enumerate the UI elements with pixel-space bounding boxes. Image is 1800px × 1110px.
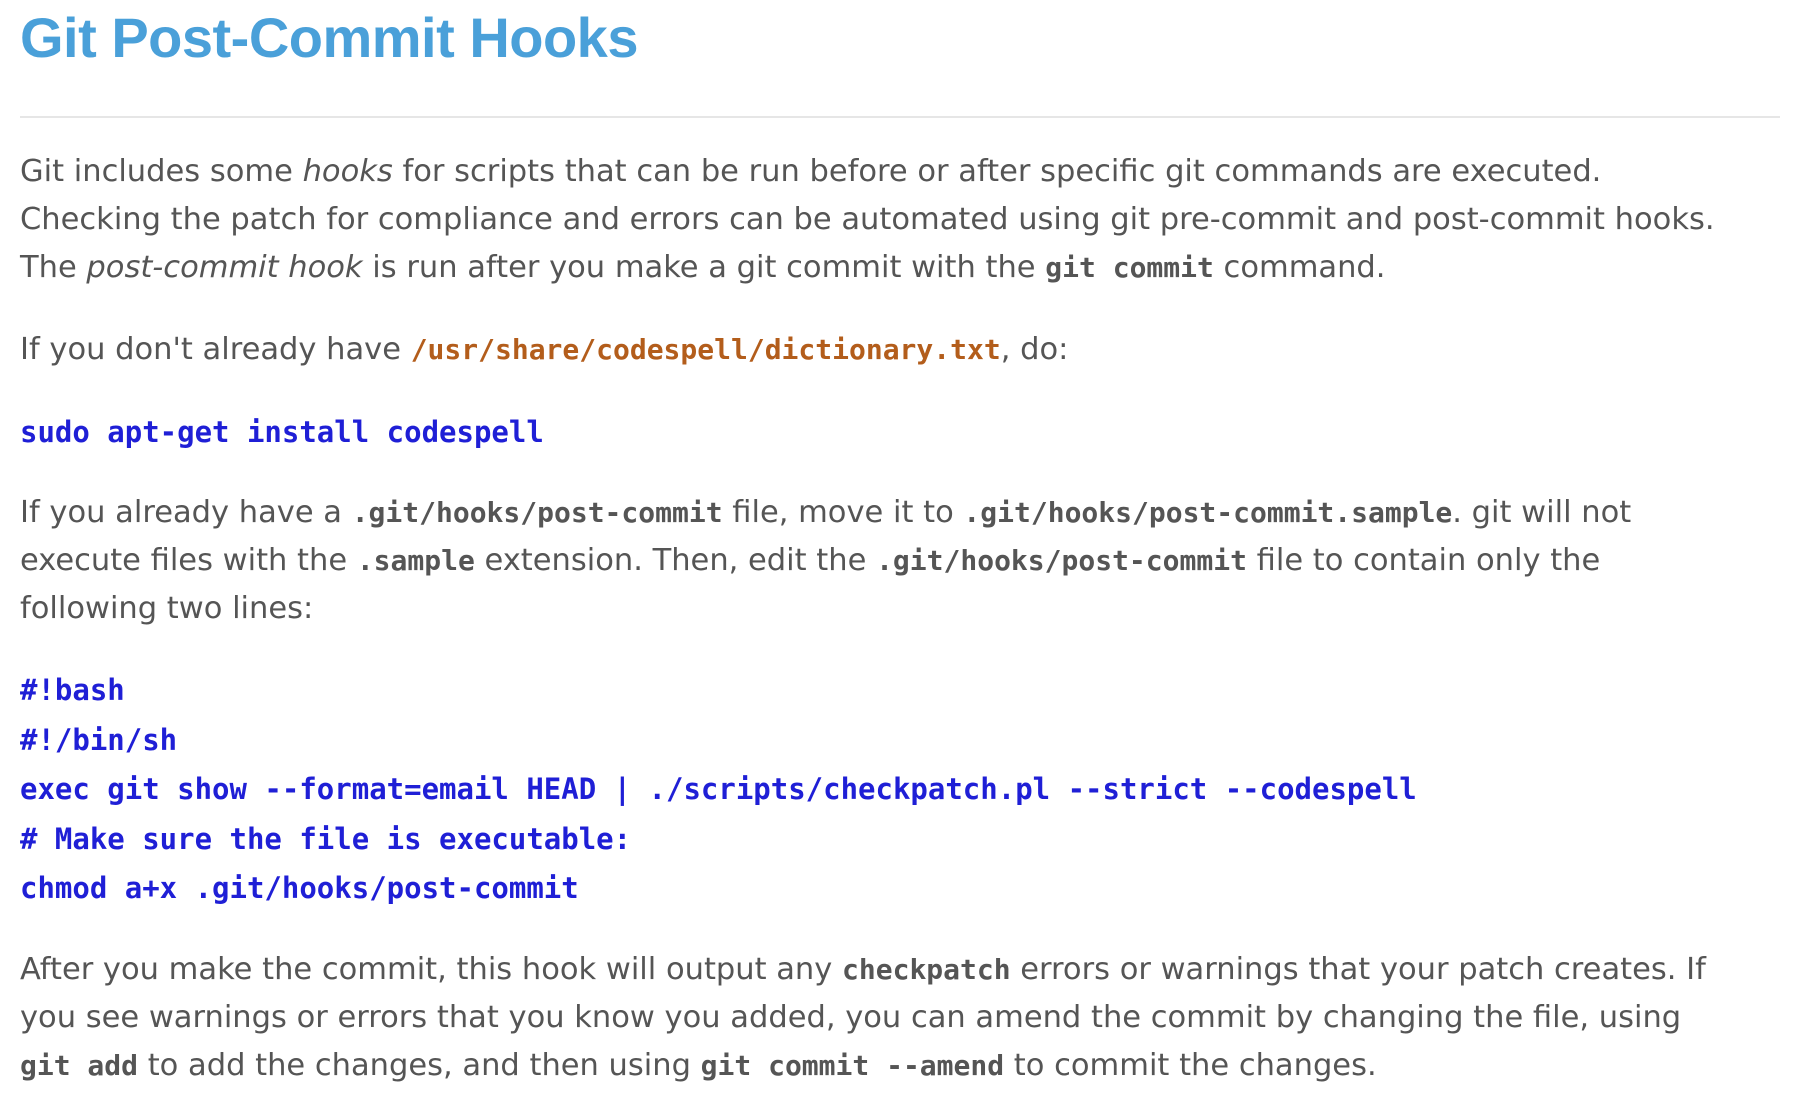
amend-line-2: you see warnings or errors that you know…: [20, 1000, 1682, 1035]
hook-file-text: extension. Then, edit the: [474, 543, 877, 578]
inline-code-git-commit: git commit: [1045, 251, 1214, 284]
intro-line-3: The post-commit hook is run after you ma…: [20, 244, 1780, 292]
dictionary-path: /usr/share/codespell/dictionary.txt: [410, 333, 1001, 366]
script-line: # Make sure the file is executable:: [20, 821, 632, 856]
hook-file-text: . git will not: [1452, 495, 1632, 530]
inline-code-post-commit: .git/hooks/post-commit: [351, 496, 723, 529]
hook-file-text: If you already have a: [20, 495, 352, 530]
amend-paragraph: After you make the commit, this hook wil…: [20, 946, 1780, 1090]
intro-text: command.: [1213, 250, 1386, 285]
hook-file-line-1: If you already have a .git/hooks/post-co…: [20, 489, 1780, 537]
script-line: exec git show --format=email HEAD | ./sc…: [20, 772, 1417, 806]
title-divider: [20, 116, 1780, 118]
article: Git Post-Commit Hooks Git includes some …: [0, 0, 1800, 1110]
intro-line-1: Git includes some hooks for scripts that…: [20, 148, 1780, 196]
hook-file-text: file to contain only the: [1246, 543, 1601, 578]
script-line: #!bash: [20, 673, 125, 707]
intro-paragraph: Git includes some hooks for scripts that…: [20, 148, 1780, 292]
hook-script-block: #!bash #!/bin/sh exec git show --format=em…: [20, 666, 1417, 914]
inline-code-post-commit: .git/hooks/post-commit: [876, 544, 1247, 577]
hooks-emphasis: hooks: [302, 154, 393, 189]
hook-file-text: file, move it to: [722, 495, 964, 530]
install-command: sudo apt-get install codespell: [20, 415, 544, 449]
amend-text: errors or warnings that your patch creat…: [1010, 952, 1706, 987]
inline-code-sample: .sample: [356, 544, 475, 577]
intro-text: Git includes some: [20, 154, 303, 189]
install-command-block: sudo apt-get install codespell: [20, 408, 544, 458]
inline-code-post-commit-sample: .git/hooks/post-commit.sample: [963, 496, 1453, 529]
amend-text: to commit the changes.: [1004, 1048, 1377, 1083]
dictionary-line: If you don't already have /usr/share/cod…: [20, 326, 1780, 374]
amend-text: After you make the commit, this hook wil…: [20, 952, 843, 987]
intro-text: is run after you make a git commit with …: [362, 250, 1046, 285]
hook-file-paragraph: If you already have a .git/hooks/post-co…: [20, 489, 1780, 633]
hook-file-text: execute files with the: [20, 543, 357, 578]
amend-line-1: After you make the commit, this hook wil…: [20, 946, 1780, 994]
amend-line-3: git add to add the changes, and then usi…: [20, 1042, 1780, 1090]
amend-text: to add the changes, and then using: [138, 1048, 701, 1083]
intro-line-2: Checking the patch for compliance and er…: [20, 202, 1715, 237]
page-title: Git Post-Commit Hooks: [20, 6, 638, 69]
inline-code-checkpatch: checkpatch: [842, 953, 1011, 986]
inline-code-git-add: git add: [20, 1049, 139, 1082]
dictionary-text: If you don't already have: [20, 332, 411, 367]
intro-text: The: [20, 250, 87, 285]
post-commit-hook-emphasis: post-commit hook: [86, 250, 363, 285]
dictionary-paragraph: If you don't already have /usr/share/cod…: [20, 326, 1780, 374]
hook-file-line-2: execute files with the .sample extension…: [20, 537, 1780, 585]
hook-file-line-3: following two lines:: [20, 591, 314, 626]
dictionary-text: , do:: [1000, 332, 1069, 367]
intro-text: for scripts that can be run before or af…: [392, 154, 1602, 189]
script-line: #!/bin/sh: [20, 722, 178, 757]
inline-code-git-commit-amend: git commit --amend: [700, 1049, 1005, 1082]
script-line: chmod a+x .git/hooks/post-commit: [20, 871, 579, 905]
